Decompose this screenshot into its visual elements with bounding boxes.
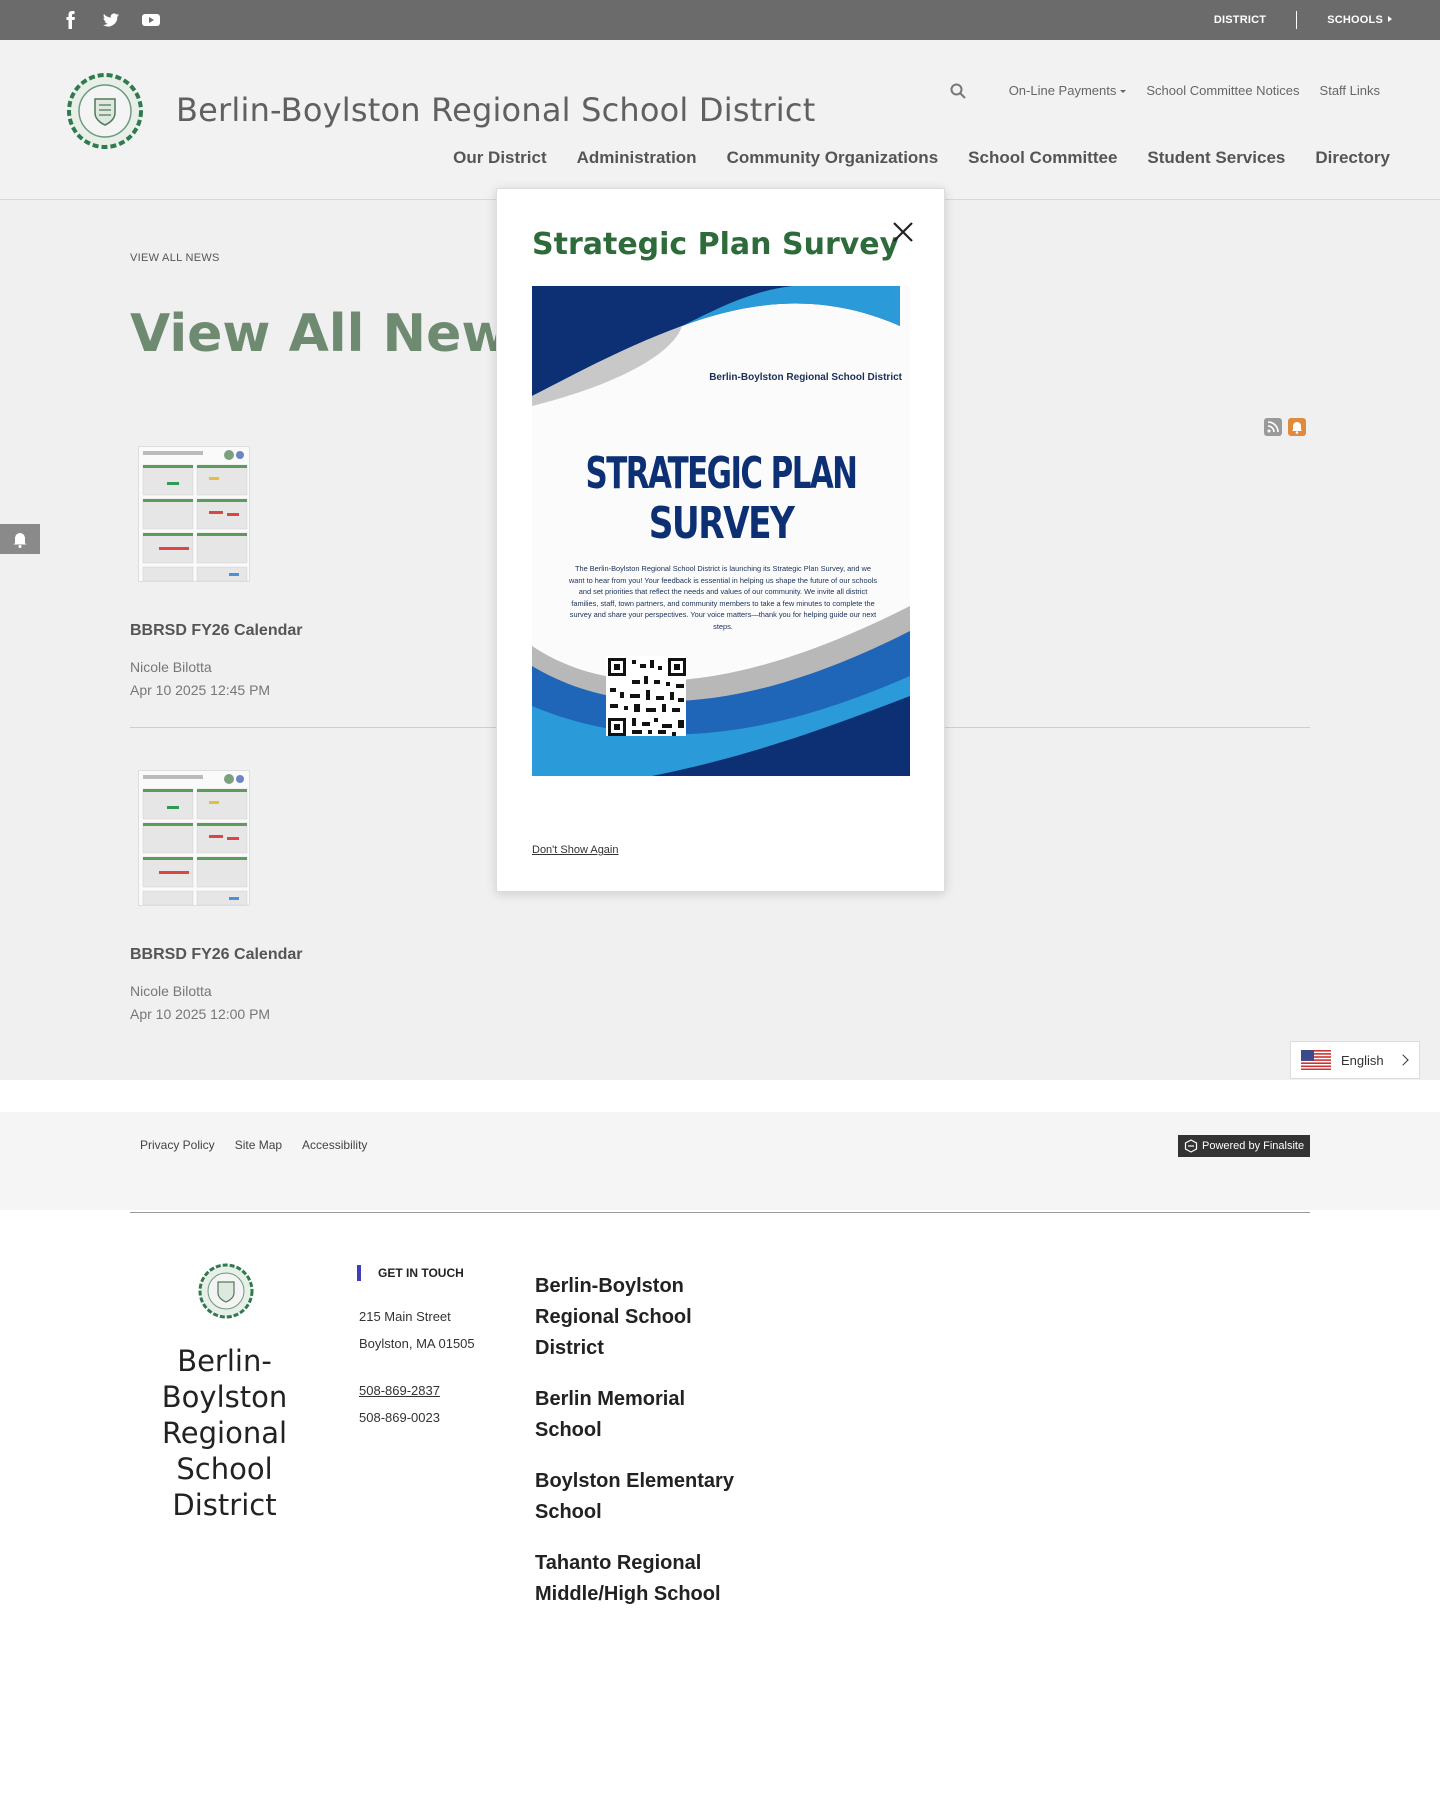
top-utility-bar: DISTRICT SCHOOLS — [0, 0, 1440, 40]
nav-our-district[interactable]: Our District — [453, 148, 547, 168]
side-notification-tab[interactable] — [0, 524, 40, 554]
flyer-heading-line-1: STRATEGIC PLAN — [585, 448, 858, 499]
footer-school-link[interactable]: Berlin Memorial School — [535, 1384, 735, 1446]
close-icon[interactable] — [890, 219, 916, 245]
us-flag-icon — [1301, 1050, 1331, 1070]
utility-separator — [1296, 11, 1298, 29]
secondary-nav: On-Line Payments School Committee Notice… — [1009, 83, 1380, 98]
calendar-thumbnail[interactable] — [138, 770, 250, 906]
twitter-icon[interactable] — [102, 11, 120, 29]
nav-community-organizations[interactable]: Community Organizations — [727, 148, 939, 168]
district-link[interactable]: DISTRICT — [1214, 14, 1266, 26]
page-title: View All News — [130, 304, 541, 364]
powered-by-label: Powered by Finalsite — [1202, 1140, 1305, 1152]
finalsite-icon — [1184, 1139, 1198, 1153]
chevron-right-icon — [1388, 16, 1392, 22]
nav-administration[interactable]: Administration — [577, 148, 697, 168]
footer-schools-list: Berlin-Boylston Regional School District… — [535, 1271, 735, 1630]
youtube-icon[interactable] — [142, 11, 160, 29]
bell-icon — [13, 533, 27, 548]
dont-show-again-link[interactable]: Don't Show Again — [532, 844, 619, 856]
notification-bell-icon[interactable] — [1288, 418, 1306, 436]
strategic-plan-modal: Strategic Plan Survey Berlin-Boylston Re… — [496, 188, 945, 892]
footer-school-link[interactable]: Boylston Elementary School — [535, 1466, 735, 1528]
site-footer: Berlin-Boylston Regional School District… — [0, 1213, 1440, 1794]
utility-nav: DISTRICT SCHOOLS — [1214, 0, 1392, 40]
nav-school-committee[interactable]: School Committee — [968, 148, 1117, 168]
modal-title: Strategic Plan Survey — [532, 227, 900, 262]
footer-links-bar: Privacy Policy Site Map Accessibility Po… — [0, 1112, 1440, 1210]
language-label: English — [1341, 1052, 1384, 1068]
fax-number: 508-869-0023 — [359, 1410, 440, 1425]
news-author: Nicole Bilotta — [130, 983, 212, 999]
address-line-2: Boylston, MA 01505 — [359, 1336, 475, 1351]
news-date: Apr 10 2025 12:00 PM — [130, 1006, 271, 1022]
footer-school-link[interactable]: Berlin-Boylston Regional School District — [535, 1271, 735, 1364]
survey-flyer-image: Berlin-Boylston Regional School District… — [532, 286, 910, 776]
feed-icons — [1264, 418, 1306, 436]
get-in-touch-heading: GET IN TOUCH — [357, 1265, 464, 1281]
district-seal-logo[interactable] — [198, 1263, 254, 1319]
address-line-1: 215 Main Street — [359, 1309, 451, 1324]
language-selector[interactable]: English — [1290, 1041, 1420, 1079]
facebook-icon[interactable] — [62, 11, 80, 29]
online-payments-menu[interactable]: On-Line Payments — [1009, 83, 1127, 98]
site-header: Berlin-Boylston Regional School District… — [0, 40, 1440, 200]
flyer-heading-line-2: SURVEY — [648, 498, 795, 549]
schools-menu[interactable]: SCHOOLS — [1327, 14, 1392, 26]
footer-district-name: Berlin-Boylston Regional School District — [161, 1344, 288, 1522]
district-seal-logo[interactable] — [67, 73, 143, 149]
chevron-right-icon — [1397, 1054, 1409, 1066]
footer-phones: 508-869-2837 508-869-0023 — [359, 1377, 440, 1431]
social-links — [62, 11, 160, 29]
site-map-link[interactable]: Site Map — [235, 1138, 282, 1152]
school-committee-notices-link[interactable]: School Committee Notices — [1146, 83, 1299, 98]
calendar-thumbnail[interactable] — [138, 446, 250, 582]
site-title[interactable]: Berlin-Boylston Regional School District — [176, 91, 815, 129]
footer-school-link[interactable]: Tahanto Regional Middle/High School — [535, 1548, 735, 1610]
nav-directory[interactable]: Directory — [1315, 148, 1390, 168]
rss-icon[interactable] — [1264, 418, 1282, 436]
footer-address: 215 Main Street Boylston, MA 01505 — [359, 1303, 475, 1357]
main-nav: Our District Administration Community Or… — [453, 148, 1390, 168]
nav-student-services[interactable]: Student Services — [1147, 148, 1285, 168]
footer-links: Privacy Policy Site Map Accessibility — [140, 1138, 367, 1152]
flyer-org-name: Berlin-Boylston Regional School District — [709, 372, 902, 383]
staff-links-link[interactable]: Staff Links — [1320, 83, 1380, 98]
search-icon[interactable] — [950, 83, 966, 99]
news-title[interactable]: BBRSD FY26 Calendar — [130, 946, 1310, 964]
breadcrumb[interactable]: VIEW ALL NEWS — [130, 252, 220, 264]
accessibility-link[interactable]: Accessibility — [302, 1138, 367, 1152]
schools-label: SCHOOLS — [1327, 14, 1383, 26]
powered-by-badge[interactable]: Powered by Finalsite — [1178, 1135, 1310, 1157]
privacy-policy-link[interactable]: Privacy Policy — [140, 1138, 215, 1152]
flyer-body-text: The Berlin-Boylston Regional School Dist… — [568, 564, 878, 631]
phone-link[interactable]: 508-869-2837 — [359, 1377, 440, 1404]
